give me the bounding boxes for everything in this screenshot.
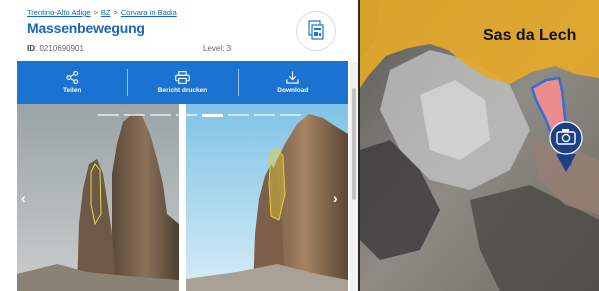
event-level: Level: 3 (203, 44, 231, 53)
print-report-label: Bericht drucken (157, 87, 208, 94)
download-label: Download (277, 87, 309, 94)
event-id-label: ID (27, 44, 35, 53)
report-document-icon (308, 20, 324, 40)
print-icon (175, 71, 190, 84)
scrollbar-thumb[interactable] (352, 88, 356, 200)
breadcrumb: Trentino-Alto Adige > BZ > Corvara in Badia (27, 8, 177, 17)
gallery-pager (98, 114, 301, 117)
event-id-value: 0210690901 (39, 44, 84, 53)
map-place-label: Sas da Lech (483, 27, 577, 44)
gallery-page-indicator[interactable] (228, 114, 249, 116)
event-level-value: 3 (226, 44, 232, 53)
share-button[interactable]: Teilen (17, 61, 127, 104)
breadcrumb-separator: > (113, 8, 118, 17)
photo-gallery[interactable]: ‹ › (17, 104, 348, 291)
scrollbar[interactable] (350, 62, 358, 291)
gallery-page-indicator[interactable] (98, 114, 119, 116)
breadcrumb-province[interactable]: BZ (101, 8, 111, 17)
breadcrumb-municipality[interactable]: Corvara in Badia (121, 8, 177, 17)
gallery-page-indicator[interactable] (280, 114, 301, 116)
gallery-images (17, 104, 348, 291)
gallery-page-indicator[interactable] (150, 114, 171, 116)
gallery-page-indicator[interactable] (176, 114, 197, 116)
download-button[interactable]: Download (237, 61, 348, 104)
map-view[interactable]: Sas da Lech (360, 0, 599, 291)
breadcrumb-region[interactable]: Trentino-Alto Adige (27, 8, 91, 17)
share-label: Teilen (63, 87, 82, 94)
download-icon (286, 71, 299, 84)
gallery-page-indicator[interactable] (254, 114, 275, 116)
page-title: Massenbewegung (27, 20, 145, 36)
detail-panel: Trentino-Alto Adige > BZ > Corvara in Badia … (0, 0, 358, 291)
share-icon (66, 71, 78, 84)
breadcrumb-separator: > (93, 8, 98, 17)
gallery-page-indicator[interactable] (202, 114, 223, 117)
report-button[interactable] (296, 11, 336, 51)
gallery-prev-button[interactable]: ‹ (21, 190, 26, 206)
print-report-button[interactable]: Bericht drucken (127, 61, 237, 104)
event-level-label: Level: (203, 44, 225, 53)
photo-before (17, 104, 179, 291)
action-bar: Teilen Bericht drucken Download (17, 61, 348, 104)
gallery-page-indicator[interactable] (124, 114, 145, 116)
gallery-next-button[interactable]: › (333, 190, 338, 206)
app-root: Trentino-Alto Adige > BZ > Corvara in Badia … (0, 0, 599, 291)
photo-after (186, 104, 348, 291)
event-id: ID: 0210690901 (27, 44, 84, 53)
